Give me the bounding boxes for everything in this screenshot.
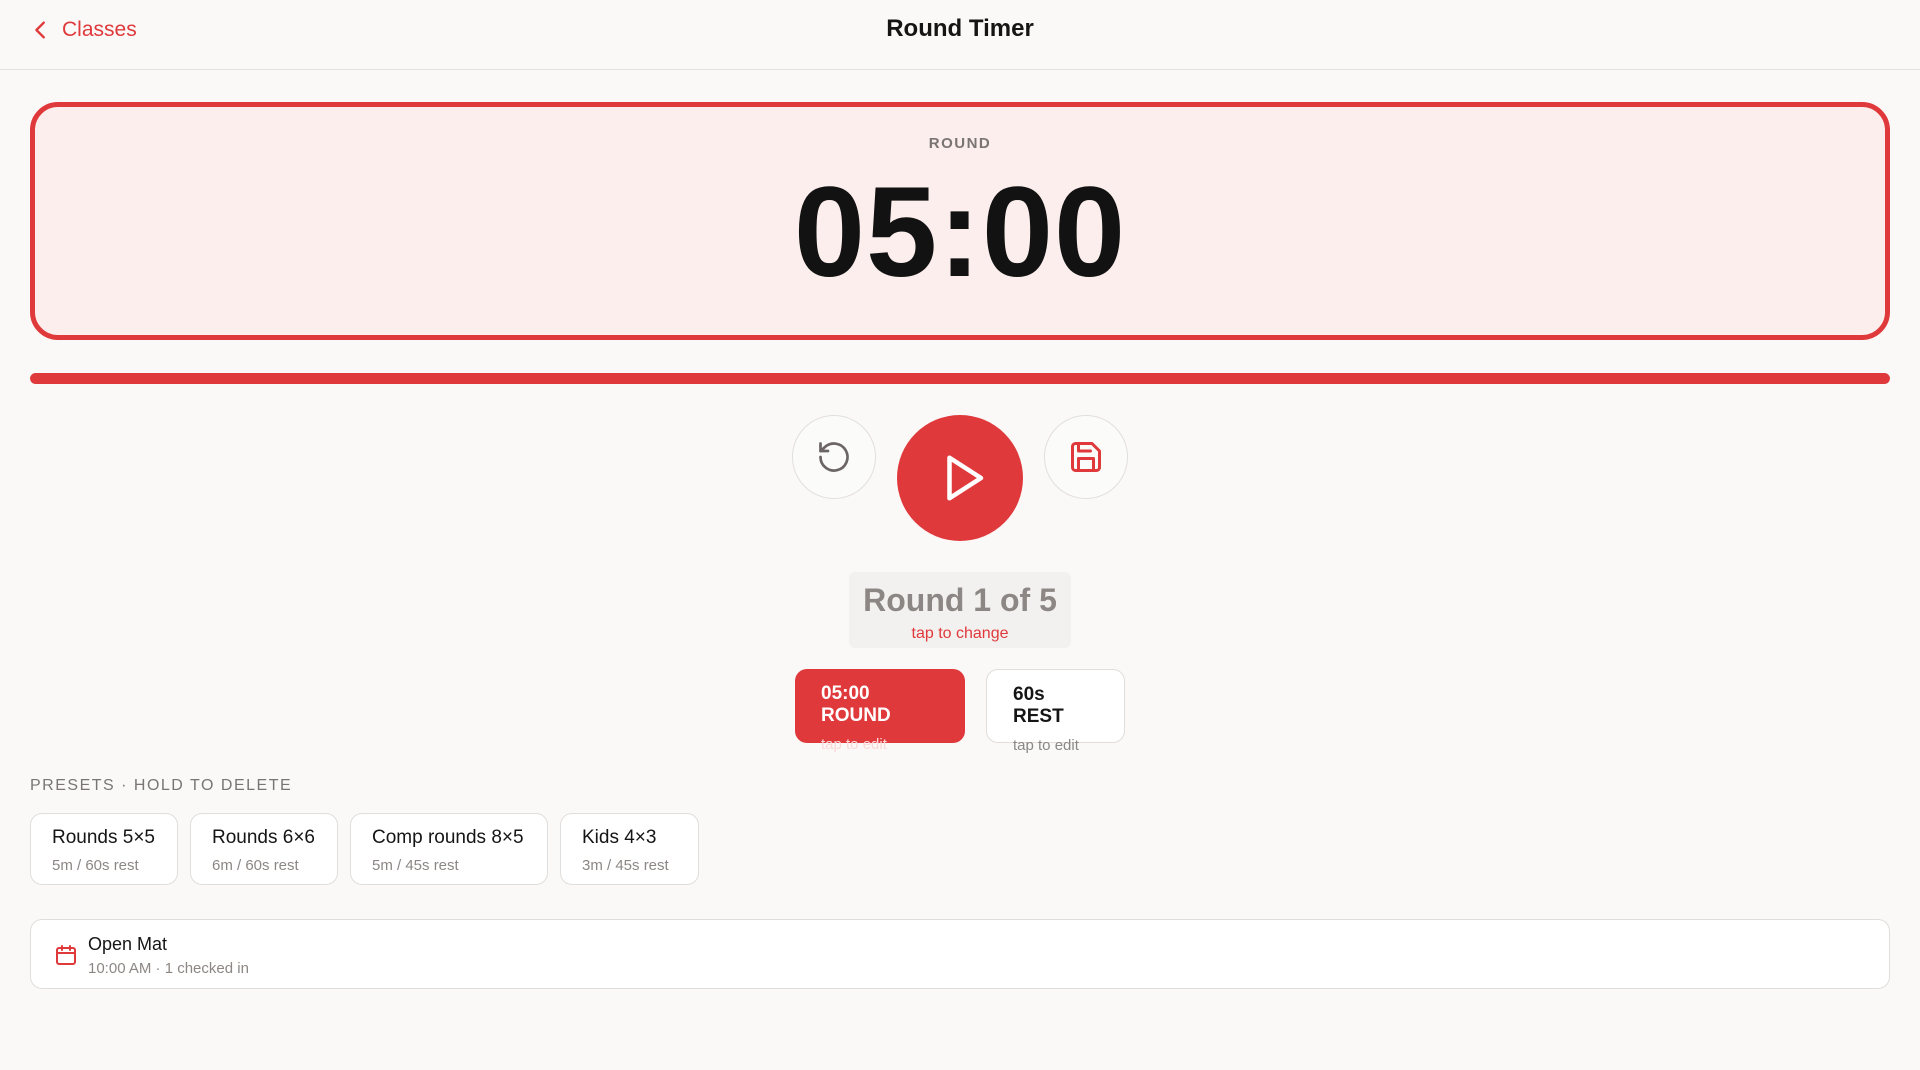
play-icon [947,455,984,501]
preset-name: Comp rounds 8×5 [372,827,524,848]
round-counter-button[interactable]: Round 1 of 5 tap to change [849,572,1071,648]
round-duration-hint: tap to edit [821,736,887,753]
save-preset-button[interactable] [1044,415,1128,499]
round-progress-bar [30,373,1890,384]
class-card[interactable]: Open Mat 10:00 AM · 1 checked in [30,919,1890,989]
timer-mode-label: ROUND [928,135,992,152]
save-icon [1071,442,1101,472]
rotate-ccw-icon [819,442,849,472]
round-counter-hint: tap to change [911,625,1009,642]
preset-name: Rounds 5×5 [52,827,155,848]
play-button[interactable] [897,415,1023,541]
calendar-icon [56,945,76,965]
preset-item[interactable]: Rounds 6×6 6m / 60s rest [190,813,338,885]
timer-card: ROUND 05:00 [30,102,1890,340]
class-meta: 10:00 AM · 1 checked in [88,960,249,977]
preset-name: Rounds 6×6 [212,827,315,848]
header-bar: Classes Round Timer [0,0,1920,70]
preset-detail: 5m / 45s rest [372,857,459,874]
preset-item[interactable]: Comp rounds 8×5 5m / 45s rest [350,813,548,885]
presets-heading: PRESETS · HOLD TO DELETE [30,777,293,794]
preset-detail: 3m / 45s rest [582,857,669,874]
timer-display: 05:00 [793,161,1127,304]
page-title: Round Timer [886,15,1034,42]
rest-duration-label: 60s REST [1013,684,1064,727]
round-duration-button[interactable]: 05:00 ROUND tap to edit [795,669,965,753]
reset-button[interactable] [792,415,876,499]
rest-duration-hint: tap to edit [1013,737,1079,754]
preset-item[interactable]: Rounds 5×5 5m / 60s rest [30,813,178,885]
rest-duration-button[interactable]: 60s REST tap to edit [986,669,1125,754]
round-counter-text: Round 1 of 5 [863,582,1057,618]
preset-detail: 5m / 60s rest [52,857,139,874]
round-duration-label: 05:00 ROUND [821,683,891,726]
preset-name: Kids 4×3 [582,827,657,848]
round-progress-fill [30,373,1890,384]
class-name: Open Mat [88,934,168,954]
preset-detail: 6m / 60s rest [212,857,299,874]
preset-item[interactable]: Kids 4×3 3m / 45s rest [560,813,699,885]
